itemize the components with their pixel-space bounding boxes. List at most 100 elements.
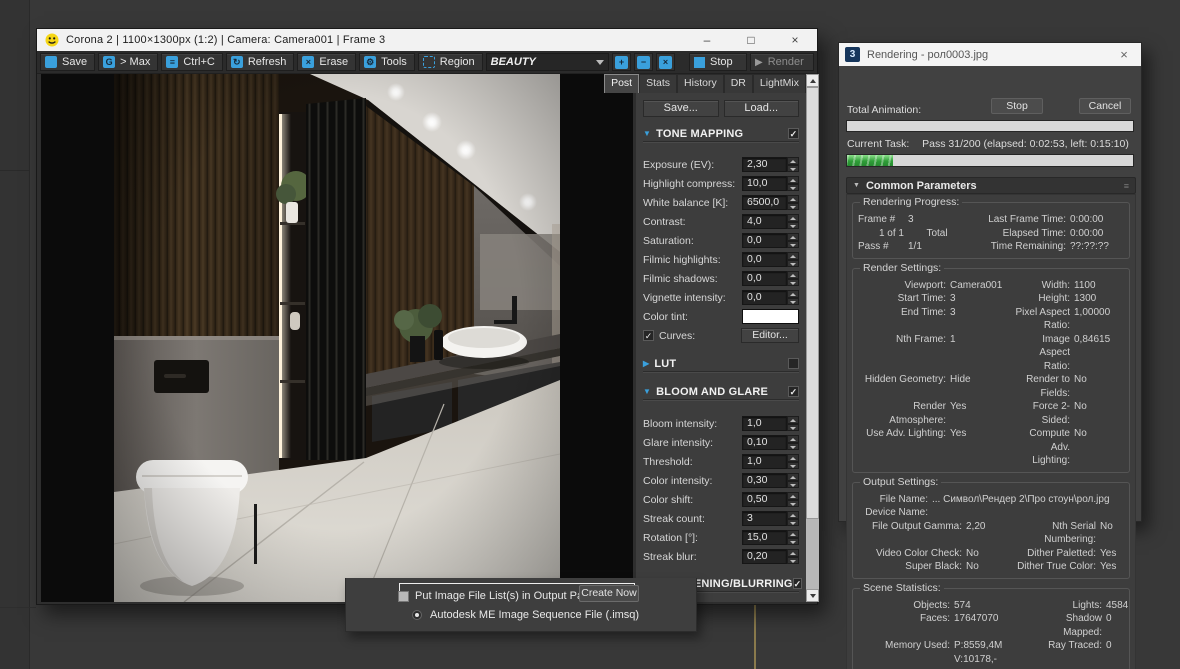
param-value[interactable]: 6500,0 <box>742 195 787 210</box>
send-to-max-button[interactable]: G > Max <box>98 53 159 71</box>
param-spinner-field[interactable]: 6500,0 <box>742 195 799 210</box>
maximize-icon[interactable]: □ <box>729 29 773 51</box>
panel-scrollbar[interactable] <box>806 74 819 602</box>
tab-dr[interactable]: DR <box>723 74 753 93</box>
spinner-icon[interactable] <box>787 416 799 431</box>
param-spinner-field[interactable]: 4,0 <box>742 214 799 229</box>
spinner-icon[interactable] <box>787 492 799 507</box>
param-spinner-field[interactable]: 1,0 <box>742 454 799 469</box>
bloom-checkbox[interactable]: ✓ <box>788 386 799 397</box>
tone-mapping-checkbox[interactable]: ✓ <box>788 128 799 139</box>
param-spinner-field[interactable]: 0,0 <box>742 233 799 248</box>
close-icon[interactable]: × <box>773 29 817 51</box>
param-spinner-field[interactable]: 0,30 <box>742 473 799 488</box>
spinner-icon[interactable] <box>787 549 799 564</box>
save-button[interactable]: Save <box>40 53 96 71</box>
spinner-icon[interactable] <box>787 252 799 267</box>
tab-post[interactable]: Post <box>604 74 640 93</box>
spinner-icon[interactable] <box>787 511 799 526</box>
close-icon[interactable]: × <box>1107 47 1141 62</box>
render-element-combo[interactable]: BEAUTY <box>485 53 609 71</box>
param-value[interactable]: 0,50 <box>742 492 787 507</box>
param-value[interactable]: 10,0 <box>742 176 787 191</box>
render-canvas[interactable] <box>41 74 633 602</box>
param-spinner-field[interactable]: 1,0 <box>742 416 799 431</box>
param-spinner-field[interactable]: 3 <box>742 511 799 526</box>
vfb-title-bar[interactable]: Corona 2 | 1100×1300px (1:2) | Camera: C… <box>37 29 817 51</box>
param-value[interactable]: 2,30 <box>742 157 787 172</box>
tools-button[interactable]: ⚙ Tools <box>359 53 415 71</box>
scene-statistics-group: Scene Statistics: Objects: 574 Lights: 4… <box>852 581 1130 669</box>
dialog-cancel-button[interactable]: Cancel <box>1079 98 1131 114</box>
spinner-icon[interactable] <box>787 233 799 248</box>
copy-button[interactable]: ≡ Ctrl+C <box>161 53 223 71</box>
create-now-button[interactable]: Create Now <box>579 585 639 602</box>
save-settings-button[interactable]: Save... <box>643 100 719 117</box>
setting-value: 1,00000 <box>1074 306 1111 318</box>
param-spinner-field[interactable]: 0,0 <box>742 290 799 305</box>
spinner-icon[interactable] <box>787 157 799 172</box>
spinner-icon[interactable] <box>787 214 799 229</box>
param-value[interactable]: 1,0 <box>742 454 787 469</box>
stop-button[interactable]: Stop <box>689 53 747 71</box>
color-tint-swatch[interactable] <box>742 309 799 324</box>
load-settings-button[interactable]: Load... <box>723 100 799 117</box>
param-spinner-field[interactable]: 0,20 <box>742 549 799 564</box>
scrollbar-thumb[interactable] <box>806 87 819 519</box>
scroll-down-icon[interactable] <box>806 589 819 602</box>
image-file-list-checkbox[interactable] <box>398 590 409 602</box>
tab-history[interactable]: History <box>677 74 724 93</box>
param-spinner-field[interactable]: 15,0 <box>742 530 799 545</box>
param-value[interactable]: 4,0 <box>742 214 787 229</box>
rendering-dialog-title-bar[interactable]: 3 Rendering - рол0003.jpg × <box>839 43 1141 66</box>
zoom-fit-button[interactable]: × <box>656 53 675 71</box>
param-spinner-field[interactable]: 0,50 <box>742 492 799 507</box>
param-value[interactable]: 1,0 <box>742 416 787 431</box>
param-value[interactable]: 0,10 <box>742 435 787 450</box>
spinner-icon[interactable] <box>787 473 799 488</box>
desktop-seam <box>0 607 36 608</box>
param-value[interactable]: 3 <box>742 511 787 526</box>
curves-editor-button[interactable]: Editor... <box>741 328 799 343</box>
dialog-stop-button[interactable]: Stop <box>991 98 1043 114</box>
common-parameters-header[interactable]: ▼ Common Parameters ≡ <box>846 177 1136 194</box>
lut-header[interactable]: ▶ LUT . <box>643 356 799 372</box>
param-spinner-field[interactable]: 0,10 <box>742 435 799 450</box>
param-value[interactable]: 15,0 <box>742 530 787 545</box>
param-spinner-field[interactable]: 2,30 <box>742 157 799 172</box>
param-value[interactable]: 0,0 <box>742 271 787 286</box>
spinner-icon[interactable] <box>787 290 799 305</box>
stat-value: 0 <box>1106 613 1112 624</box>
param-value[interactable]: 0,0 <box>742 290 787 305</box>
spinner-icon[interactable] <box>787 271 799 286</box>
render-button[interactable]: ▶ Render <box>750 53 814 71</box>
tab-lightmix[interactable]: LightMix <box>752 74 806 93</box>
spinner-icon[interactable] <box>787 435 799 450</box>
tone-mapping-header[interactable]: ▼ TONE MAPPING ✓ <box>643 126 799 142</box>
param-spinner-field[interactable]: 0,0 <box>742 252 799 267</box>
param-spinner-field[interactable]: 0,0 <box>742 271 799 286</box>
zoom-in-button[interactable]: + <box>612 53 631 71</box>
bloom-header[interactable]: ▼ BLOOM AND GLARE ✓ <box>643 384 799 400</box>
sharpening-checkbox[interactable]: ✓ <box>792 578 803 589</box>
param-value[interactable]: 0,30 <box>742 473 787 488</box>
spinner-icon[interactable] <box>787 530 799 545</box>
param-value[interactable]: 0,0 <box>742 252 787 267</box>
param-value[interactable]: 0,0 <box>742 233 787 248</box>
last-frame-time-value: 0:00:00 <box>1070 214 1104 225</box>
region-button[interactable]: Region <box>417 53 483 71</box>
param-value[interactable]: 0,20 <box>742 549 787 564</box>
zoom-out-button[interactable]: − <box>634 53 653 71</box>
sequence-file-radio[interactable] <box>412 610 422 620</box>
scroll-up-icon[interactable] <box>806 74 819 87</box>
spinner-icon[interactable] <box>787 195 799 210</box>
erase-button[interactable]: × Erase <box>297 53 357 71</box>
lut-checkbox[interactable]: . <box>788 358 799 369</box>
refresh-button[interactable]: ↻ Refresh <box>225 53 295 71</box>
spinner-icon[interactable] <box>787 176 799 191</box>
spinner-icon[interactable] <box>787 454 799 469</box>
tab-stats[interactable]: Stats <box>639 74 678 93</box>
param-spinner-field[interactable]: 10,0 <box>742 176 799 191</box>
curves-checkbox[interactable]: ✓ <box>643 330 654 341</box>
minimize-icon[interactable]: – <box>685 29 729 51</box>
